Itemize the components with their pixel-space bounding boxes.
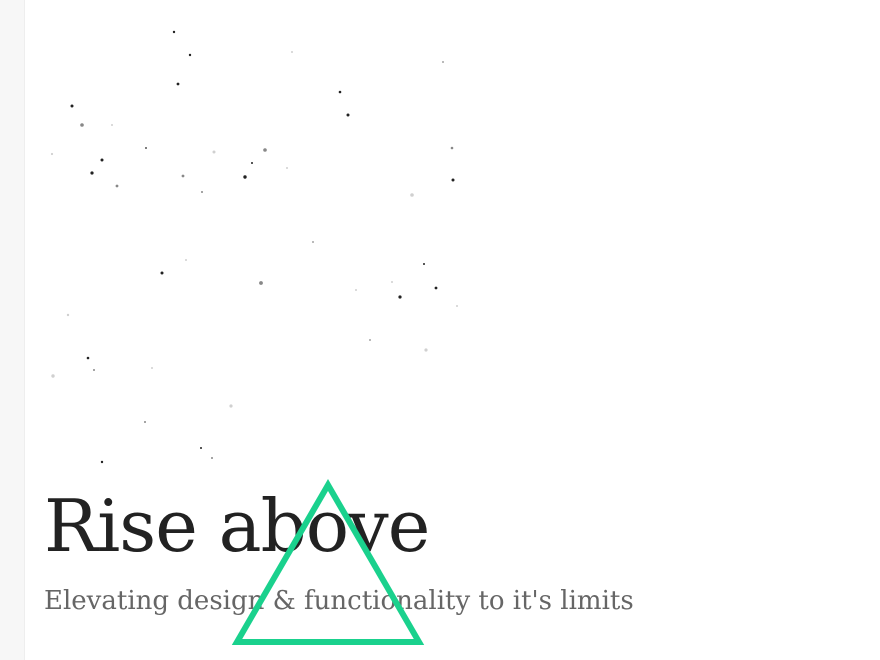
hero-subtitle: Elevating design & functionality to it's… — [44, 586, 634, 616]
page: Rise above Elevating design & functional… — [0, 0, 880, 660]
hero-title: Rise above — [44, 484, 430, 568]
